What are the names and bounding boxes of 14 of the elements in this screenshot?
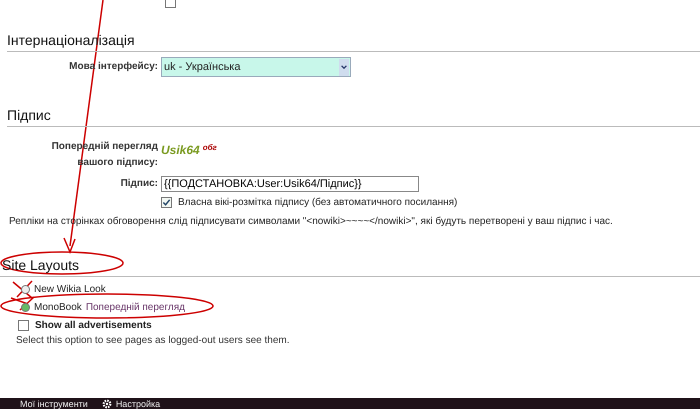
talk-link[interactable]: обг	[202, 143, 217, 152]
toolbar-item[interactable]: Настройка	[102, 398, 160, 408]
preview-link[interactable]: Попередній перегляд	[86, 302, 185, 313]
section-heading: Site Layouts	[0, 257, 700, 277]
checkbox-label: Власна вікі-розмітка підпису (без автоматичного посилання)	[178, 197, 458, 208]
field-label: Підпис:	[120, 177, 158, 191]
language-dropdown[interactable]: uk - Українська	[161, 57, 351, 77]
help-text: Select this option to see pages as logged-out users see them.	[16, 335, 291, 346]
checkbox-label: Show all advertisements	[35, 320, 152, 331]
section-heading: Підпис	[7, 107, 700, 127]
radio-label: New Wikia Look	[34, 284, 106, 295]
toolbar-item[interactable]: Мої інструменти	[20, 398, 88, 408]
signature-input-field[interactable]: {{ПОДСТАНОВКА:User:Usik64/Підпис}}	[161, 176, 419, 192]
radio-label: MonoBook	[34, 302, 82, 313]
